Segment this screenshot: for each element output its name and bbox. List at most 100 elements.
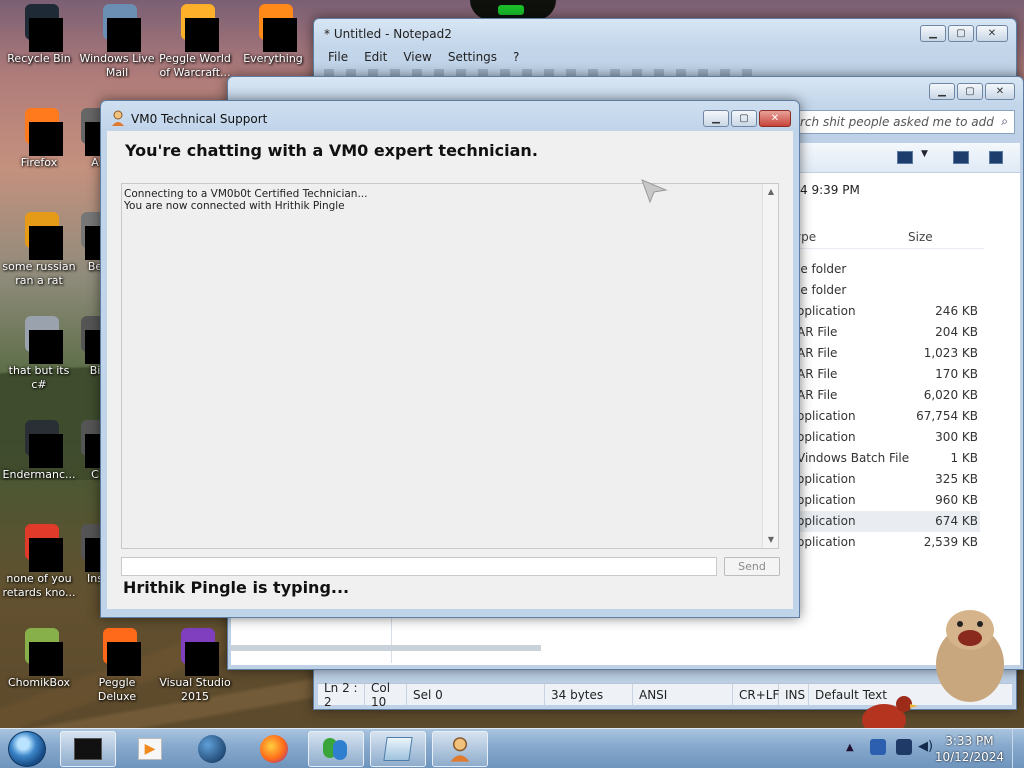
bluetooth-icon[interactable] bbox=[870, 739, 886, 755]
clock[interactable]: 3:33 PM 10/12/2024 bbox=[935, 733, 1004, 765]
file-type: oplication bbox=[797, 430, 856, 444]
column-header: ype Size bbox=[794, 225, 984, 249]
desktop-icon-windows-live-mail[interactable]: Windows Live Mail bbox=[78, 2, 156, 80]
file-type: oplication bbox=[797, 304, 856, 318]
close-icon: ✕ bbox=[770, 112, 780, 124]
status-eol: CR+LF bbox=[733, 684, 779, 705]
desktop-icon-peggle-deluxe[interactable]: Peggle Deluxe bbox=[78, 626, 156, 704]
close-button[interactable]: ✕ bbox=[976, 25, 1008, 42]
menu-file[interactable]: File bbox=[322, 49, 354, 65]
explorer-title-buttons: ▁ ▢ ✕ bbox=[929, 83, 1015, 100]
close-icon: ✕ bbox=[995, 85, 1005, 97]
status-sel: Sel 0 bbox=[407, 684, 545, 705]
modified-date: 4 9:39 PM bbox=[800, 183, 860, 197]
notepad-menubar: File Edit View Settings ? bbox=[322, 49, 525, 65]
desktop-icon-visual-studio-2015[interactable]: Visual Studio 2015 bbox=[156, 626, 234, 704]
chat-title: VM0 Technical Support bbox=[131, 112, 268, 126]
file-size: 2,539 KB bbox=[923, 535, 978, 549]
desktop-icon-peggle-wow[interactable]: Peggle World of Warcraft... bbox=[156, 2, 234, 80]
scroll-down-icon[interactable]: ▼ bbox=[763, 532, 779, 548]
media-player-icon: ▶ bbox=[138, 738, 162, 760]
search-input[interactable]: rch shit people asked me to add ⌕ bbox=[793, 110, 1015, 134]
minimize-button[interactable]: ▁ bbox=[703, 110, 729, 127]
file-type: oplication bbox=[797, 514, 856, 528]
taskbar-app-notepad[interactable] bbox=[370, 731, 426, 767]
clock-date: 10/12/2024 bbox=[934, 750, 1004, 764]
menu-help[interactable]: ? bbox=[507, 49, 525, 65]
file-row[interactable]: Vindows Batch File 1 KB bbox=[794, 448, 980, 469]
desktop-icon-label: Visual Studio 2015 bbox=[159, 676, 231, 703]
file-size: 1,023 KB bbox=[923, 346, 978, 360]
file-row[interactable]: oplication 2,539 KB bbox=[794, 532, 980, 553]
file-row[interactable]: AR File 204 KB bbox=[794, 322, 980, 343]
status-mode: INS bbox=[779, 684, 809, 705]
file-type: oplication bbox=[797, 409, 856, 423]
peggle-wow-icon bbox=[171, 2, 219, 52]
close-button[interactable]: ✕ bbox=[985, 83, 1015, 100]
taskbar-app-firefox[interactable] bbox=[246, 731, 302, 767]
file-row[interactable]: oplication 246 KB bbox=[794, 301, 980, 322]
taskbar-app-messenger[interactable] bbox=[308, 731, 364, 767]
minimize-icon: ▁ bbox=[938, 85, 946, 97]
views-icon[interactable] bbox=[897, 151, 913, 164]
clock-time: 3:33 PM bbox=[945, 734, 994, 748]
maximize-button[interactable]: ▢ bbox=[957, 83, 983, 100]
desktop-icon-label: Recycle Bin bbox=[7, 52, 71, 65]
close-button[interactable]: ✕ bbox=[759, 110, 791, 127]
file-row[interactable]: AR File 6,020 KB bbox=[794, 385, 980, 406]
messenger-icon bbox=[321, 736, 351, 762]
send-button[interactable]: Send bbox=[724, 557, 780, 576]
file-row[interactable]: le folder bbox=[794, 259, 980, 280]
mascot-icon bbox=[936, 610, 1004, 702]
menu-view[interactable]: View bbox=[397, 49, 437, 65]
technician-icon bbox=[450, 737, 470, 762]
volume-icon[interactable]: ◀) bbox=[918, 739, 934, 755]
show-desktop-button[interactable] bbox=[1012, 729, 1024, 768]
minimize-button[interactable]: ▁ bbox=[929, 83, 955, 100]
file-type: oplication bbox=[797, 535, 856, 549]
desktop-icon-recycle-bin[interactable]: Recycle Bin bbox=[0, 2, 78, 66]
file-row[interactable]: oplication 67,754 KB bbox=[794, 406, 980, 427]
maximize-button[interactable]: ▢ bbox=[731, 110, 757, 127]
status-line: Ln 2 : 2 bbox=[318, 681, 365, 709]
preview-pane-icon[interactable] bbox=[953, 151, 969, 164]
terminal-icon bbox=[74, 738, 102, 760]
file-row[interactable]: AR File 170 KB bbox=[794, 364, 980, 385]
cursor-icon bbox=[641, 179, 668, 204]
file-size: 1 KB bbox=[950, 451, 978, 465]
search-icon[interactable]: ⌕ bbox=[1001, 114, 1008, 129]
desktop-icon-everything[interactable]: Everything bbox=[234, 2, 312, 66]
vertical-scrollbar[interactable]: ▲ ▼ bbox=[762, 184, 778, 548]
network-icon[interactable] bbox=[896, 739, 912, 755]
taskbar-app-media[interactable]: ▶ bbox=[122, 731, 178, 767]
minimize-icon: ▁ bbox=[712, 112, 720, 124]
file-row[interactable]: le folder bbox=[794, 280, 980, 301]
minimize-button[interactable]: ▁ bbox=[920, 25, 946, 42]
column-size[interactable]: Size bbox=[908, 230, 933, 244]
chevron-down-icon[interactable]: ▼ bbox=[921, 149, 928, 159]
chat-title-buttons: ▁ ▢ ✕ bbox=[703, 110, 791, 127]
taskbar-app-globe[interactable] bbox=[184, 731, 240, 767]
file-row[interactable]: oplication 674 KB bbox=[794, 511, 980, 532]
close-icon: ✕ bbox=[987, 27, 997, 39]
file-row[interactable]: oplication 960 KB bbox=[794, 490, 980, 511]
scroll-up-icon[interactable]: ▲ bbox=[763, 184, 779, 200]
desktop-icon-chomikbox[interactable]: ChomikBox bbox=[0, 626, 78, 690]
file-row[interactable]: oplication 325 KB bbox=[794, 469, 980, 490]
start-button[interactable] bbox=[8, 731, 46, 767]
desktop-icon-label: Peggle World of Warcraft... bbox=[159, 52, 231, 79]
help-icon[interactable] bbox=[989, 151, 1003, 164]
horizontal-scrollbar[interactable] bbox=[231, 645, 541, 651]
menu-settings[interactable]: Settings bbox=[442, 49, 503, 65]
chat-window[interactable]: VM0 Technical Support ▁ ▢ ✕ You're chatt… bbox=[100, 100, 800, 618]
menu-edit[interactable]: Edit bbox=[358, 49, 393, 65]
file-row[interactable]: oplication 300 KB bbox=[794, 427, 980, 448]
maximize-button[interactable]: ▢ bbox=[948, 25, 974, 42]
tray-overflow-icon[interactable]: ▲ bbox=[846, 742, 854, 753]
message-input[interactable] bbox=[121, 557, 717, 576]
chat-log[interactable]: Connecting to a VM0b0t Certified Technic… bbox=[121, 183, 779, 549]
file-row[interactable]: AR File 1,023 KB bbox=[794, 343, 980, 364]
taskbar-app-terminal[interactable] bbox=[60, 731, 116, 767]
peggle-deluxe-icon bbox=[93, 626, 141, 676]
taskbar-app-tech-support[interactable] bbox=[432, 731, 488, 767]
